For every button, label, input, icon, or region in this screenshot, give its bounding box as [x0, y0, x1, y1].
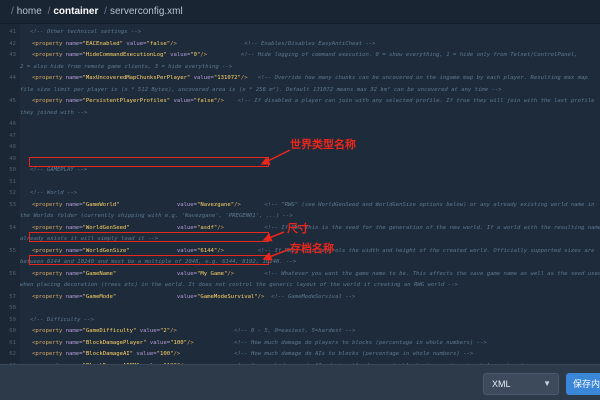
breadcrumb-file: serverconfig.xml — [109, 6, 183, 17]
breadcrumb: / home / container / serverconfig.xml — [0, 0, 600, 24]
arrow-save-name — [262, 248, 291, 261]
arrow-size — [262, 231, 285, 242]
chevron-down-icon: ▼ — [543, 379, 551, 388]
annotation-world-type-name: 世界类型名称 — [290, 138, 356, 151]
annotation-arrows — [260, 149, 291, 261]
annotation-save-name: 存档名称 — [290, 242, 334, 255]
format-select-value: XML — [492, 379, 511, 389]
annotation-size: 尺寸 — [287, 222, 309, 235]
breadcrumb-home[interactable]: home — [17, 6, 42, 17]
breadcrumb-container[interactable]: container — [53, 6, 98, 17]
format-select[interactable]: XML ▼ — [483, 373, 559, 395]
editor-footer: XML ▼ 保存内容 — [0, 364, 600, 400]
arrow-world-type — [260, 149, 291, 165]
save-button[interactable]: 保存内容 — [566, 373, 600, 395]
code-editor[interactable]: 41 <!-- Other technical settings --> 42 <pr… — [0, 24, 600, 364]
